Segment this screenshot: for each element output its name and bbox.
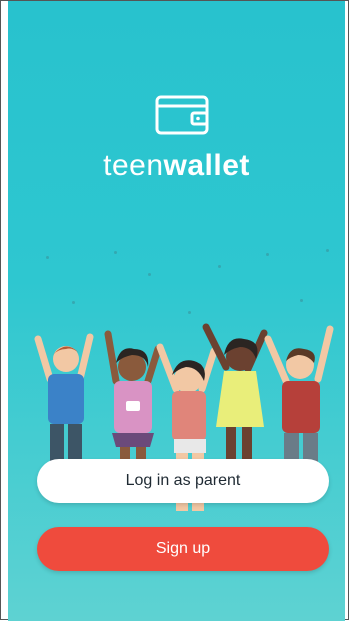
- login-as-parent-button[interactable]: Log in as parent: [37, 459, 329, 503]
- wallet-icon: [155, 95, 209, 135]
- login-as-parent-label: Log in as parent: [125, 472, 241, 489]
- sign-up-button[interactable]: Sign up: [37, 527, 329, 571]
- welcome-screen: teenwallet Log in as parent Sign up: [8, 1, 345, 621]
- device-frame: teenwallet Log in as parent Sign up: [0, 0, 349, 621]
- app-wordmark: teenwallet: [8, 149, 345, 183]
- wordmark-light: teen: [103, 149, 164, 182]
- sign-up-label: Sign up: [155, 540, 211, 557]
- kid-figure: [34, 333, 94, 479]
- wordmark-bold: wallet: [163, 149, 250, 182]
